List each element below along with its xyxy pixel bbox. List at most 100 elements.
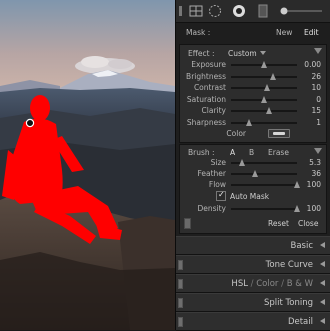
brush-erase-tab[interactable]: Erase	[268, 148, 289, 157]
detail-section-header[interactable]: Detail	[176, 312, 330, 331]
sharpness-slider-thumb[interactable]	[246, 118, 253, 126]
contrast-slider-row: Contrast 10	[180, 83, 330, 93]
sharpness-slider[interactable]	[231, 118, 297, 126]
mask-bar: Mask : New Edit	[176, 24, 330, 40]
exposure-slider-row: Exposure 0.00	[180, 60, 330, 70]
contrast-value[interactable]: 10	[299, 83, 321, 92]
collapse-arrow-icon	[320, 299, 325, 305]
size-slider[interactable]	[231, 159, 297, 166]
checkmark-icon: ✓	[218, 190, 225, 199]
clarity-slider-thumb[interactable]	[266, 107, 273, 114]
brightness-label: Brightness	[186, 71, 226, 81]
flow-label: Flow	[208, 180, 226, 189]
density-slider[interactable]	[231, 205, 300, 212]
brightness-slider-thumb[interactable]	[269, 72, 276, 80]
adjustment-brush-panel: Mask : New Edit Effect : Custom Exposure…	[175, 0, 330, 331]
feather-slider[interactable]	[231, 170, 297, 177]
hsl-section-title: HSL / Color / B & W	[231, 279, 313, 289]
clarity-label: Clarity	[201, 106, 226, 115]
effect-label: Effect :	[188, 49, 215, 58]
effect-preset-dropdown[interactable]: Custom	[228, 49, 257, 58]
panel-toggle-icon[interactable]	[178, 279, 183, 289]
mask-edit-button[interactable]: Edit	[304, 28, 319, 37]
panel-switch-icon[interactable]	[184, 218, 191, 229]
adjustment-brush-tool-icon[interactable]	[278, 4, 324, 18]
brush-collapse-icon[interactable]	[314, 148, 322, 154]
detail-section-title: Detail	[287, 317, 313, 327]
flow-value[interactable]: 100	[299, 180, 321, 189]
reset-button[interactable]: Reset	[268, 219, 289, 228]
graduated-filter-tool-icon[interactable]	[256, 4, 270, 18]
saturation-slider[interactable]	[231, 95, 297, 103]
tool-strip	[176, 0, 330, 23]
density-value[interactable]: 100	[299, 204, 321, 213]
brush-pin-icon	[25, 118, 35, 128]
contrast-label: Contrast	[193, 83, 226, 92]
exposure-slider[interactable]	[231, 61, 297, 68]
density-slider-row: Density 100	[180, 204, 330, 214]
tone-curve-section-title: Tone Curve	[265, 260, 313, 270]
density-label: Density	[197, 204, 226, 213]
color-swatch[interactable]	[268, 129, 290, 138]
flow-slider[interactable]	[231, 181, 300, 188]
brightness-slider-row: Brightness 26	[180, 72, 330, 82]
exposure-value[interactable]: 0.00	[299, 60, 321, 69]
brightness-slider[interactable]	[231, 72, 297, 80]
split-toning-section-header[interactable]: Split Toning	[176, 293, 330, 312]
sharpness-slider-row: Sharpness 1	[180, 118, 330, 128]
hsl-tab[interactable]: HSL	[231, 279, 248, 289]
saturation-slider-thumb[interactable]	[261, 95, 267, 103]
clarity-slider-row: Clarity 15	[180, 106, 330, 116]
tab-separator: /	[250, 279, 254, 289]
clarity-slider[interactable]	[231, 107, 297, 114]
hsl-section-header[interactable]: HSL / Color / B & W	[176, 274, 330, 293]
basic-section-header[interactable]: Basic	[176, 236, 330, 255]
collapse-arrow-icon	[320, 280, 325, 286]
size-value[interactable]: 5.3	[299, 158, 321, 167]
brush-b-tab[interactable]: B	[249, 148, 254, 157]
photo-canvas[interactable]	[0, 0, 175, 330]
size-slider-row: Size 5.3	[180, 158, 330, 168]
panel-edge-marker	[179, 6, 182, 16]
brush-a-tab[interactable]: A	[230, 148, 235, 157]
color-swatch-empty-icon	[273, 132, 285, 135]
effect-collapse-icon[interactable]	[314, 48, 322, 54]
clarity-value[interactable]: 15	[299, 106, 321, 115]
panel-toggle-icon[interactable]	[178, 298, 183, 308]
feather-slider-row: Feather 36	[180, 169, 330, 179]
saturation-value[interactable]: 0	[299, 95, 321, 104]
panel-toggle-icon[interactable]	[178, 260, 183, 270]
basic-section-title: Basic	[290, 241, 313, 251]
collapse-arrow-icon	[320, 318, 325, 324]
exposure-slider-thumb[interactable]	[261, 61, 267, 68]
mask-label: Mask :	[186, 28, 211, 37]
grid-overlay-tool-icon[interactable]	[189, 4, 203, 18]
feather-slider-thumb[interactable]	[251, 170, 258, 177]
saturation-slider-row: Saturation 0	[180, 95, 330, 105]
close-button[interactable]: Close	[298, 219, 318, 228]
color-tab[interactable]: Color	[256, 279, 278, 289]
collapse-arrow-icon	[320, 242, 325, 248]
preset-chevron-down-icon[interactable]	[260, 51, 266, 55]
contrast-slider-thumb[interactable]	[264, 84, 271, 91]
flow-slider-row: Flow 100	[180, 180, 330, 190]
auto-mask-checkbox[interactable]: ✓	[216, 190, 226, 201]
effect-box: Effect : Custom Exposure 0.00 Brightness 26…	[179, 44, 327, 143]
feather-value[interactable]: 36	[299, 169, 321, 178]
panel-toggle-icon[interactable]	[178, 317, 183, 327]
contrast-slider[interactable]	[231, 84, 297, 91]
photo-image	[0, 0, 175, 330]
red-eye-tool-icon[interactable]	[232, 4, 246, 18]
split-toning-section-title: Split Toning	[263, 298, 313, 308]
saturation-label: Saturation	[186, 94, 226, 104]
sharpness-value[interactable]: 1	[299, 118, 321, 127]
spot-removal-tool-icon[interactable]	[208, 4, 222, 18]
size-label: Size	[210, 158, 226, 167]
bw-tab[interactable]: B & W	[287, 279, 313, 289]
size-slider-thumb[interactable]	[239, 159, 246, 166]
mask-new-button[interactable]: New	[276, 28, 292, 37]
brightness-value[interactable]: 26	[299, 72, 321, 81]
auto-mask-label: Auto Mask	[230, 192, 270, 201]
collapse-arrow-icon	[320, 261, 325, 267]
tone-curve-section-header[interactable]: Tone Curve	[176, 255, 330, 274]
